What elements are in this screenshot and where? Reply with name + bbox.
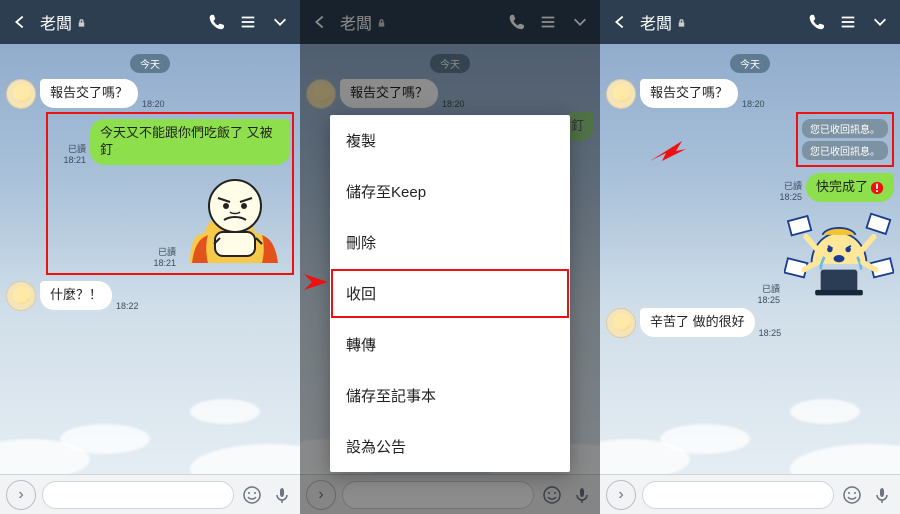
chat-title: 老闆 <box>40 10 87 34</box>
menu-keep[interactable]: 儲存至Keep <box>330 166 570 217</box>
lock-icon <box>676 17 687 28</box>
unsent-badge: 您已收回訊息。 <box>802 141 888 160</box>
date-badge: 今天 <box>130 54 170 73</box>
chat-header: 老闆 <box>600 0 900 44</box>
timestamp: 18:21 <box>153 258 176 268</box>
message-in[interactable]: 辛苦了 做的很好 18:25 <box>606 308 894 338</box>
avatar[interactable] <box>606 79 636 109</box>
highlight-box: 您已收回訊息。 您已收回訊息。 <box>796 112 894 167</box>
menu-forward[interactable]: 轉傳 <box>330 319 570 370</box>
moon-angry-sticker <box>180 168 290 268</box>
exclamation-icon <box>870 181 884 195</box>
screen-1: 老闆 今天 報告交了嗎？ 18:20 已讀 18:21 今天又不能跟你們吃飯了 … <box>0 0 300 514</box>
menu-copy[interactable]: 複製 <box>330 115 570 166</box>
chat-body: 今天 報告交了嗎？ 18:20 已讀 18:21 今天又不能跟你們吃飯了 又被釘… <box>0 44 300 474</box>
chat-header: 老闆 <box>0 0 300 44</box>
menu-note[interactable]: 儲存至記事本 <box>330 370 570 421</box>
chevron-down-icon[interactable] <box>268 10 292 34</box>
chat-title: 老闆 <box>640 10 687 34</box>
message-input[interactable] <box>642 481 834 509</box>
read-label: 已讀 <box>68 142 86 155</box>
message-input[interactable] <box>42 481 234 509</box>
bubble-text: 什麼？！ <box>40 281 112 310</box>
bubble-text: 快完成了 <box>806 173 894 202</box>
screen-3: 老闆 今天 報告交了嗎？ 18:20 您已收回訊息。 您已收回訊息。 已讀 18… <box>600 0 900 514</box>
screen-2: 老闆 今天 報告交了嗎？ 18:20 釘 › 複製 儲存至Keep 刪除 收回 … <box>300 0 600 514</box>
timestamp: 18:21 <box>63 155 86 165</box>
more-button[interactable]: › <box>606 480 636 510</box>
emoji-icon[interactable] <box>840 483 864 507</box>
annotation-arrow-icon <box>302 270 332 299</box>
timestamp: 18:22 <box>116 301 139 311</box>
message-in[interactable]: 報告交了嗎？ 18:20 <box>606 79 894 109</box>
lock-icon <box>76 17 87 28</box>
avatar[interactable] <box>606 308 636 338</box>
timestamp: 18:25 <box>779 192 802 202</box>
bubble-text: 報告交了嗎？ <box>640 79 738 108</box>
highlight-box: 已讀 18:21 今天又不能跟你們吃飯了 又被釘 已讀 18:21 <box>46 112 294 275</box>
menu-delete[interactable]: 刪除 <box>330 217 570 268</box>
message-out[interactable]: 已讀 18:21 今天又不能跟你們吃飯了 又被釘 <box>50 119 290 165</box>
sticker-out[interactable]: 已讀 18:25 <box>606 205 894 305</box>
mic-icon[interactable] <box>870 483 894 507</box>
more-button[interactable]: › <box>6 480 36 510</box>
busy-sticker <box>784 205 894 305</box>
bubble-text: 今天又不能跟你們吃飯了 又被釘 <box>90 119 290 165</box>
avatar[interactable] <box>6 79 36 109</box>
contact-name: 老闆 <box>640 10 672 34</box>
read-label: 已讀 <box>762 282 780 295</box>
message-in[interactable]: 什麼？！ 18:22 <box>6 281 294 311</box>
emoji-icon[interactable] <box>240 483 264 507</box>
chevron-down-icon[interactable] <box>868 10 892 34</box>
list-icon[interactable] <box>836 10 860 34</box>
chat-body: 今天 報告交了嗎？ 18:20 您已收回訊息。 您已收回訊息。 已讀 18:25… <box>600 44 900 474</box>
message-in[interactable]: 報告交了嗎？ 18:20 <box>6 79 294 109</box>
avatar[interactable] <box>6 281 36 311</box>
unsent-badge: 您已收回訊息。 <box>802 119 888 138</box>
timestamp: 18:20 <box>742 99 765 109</box>
back-icon[interactable] <box>608 10 632 34</box>
date-badge: 今天 <box>730 54 770 73</box>
bubble-text: 辛苦了 做的很好 <box>640 308 755 337</box>
back-icon[interactable] <box>8 10 32 34</box>
call-icon[interactable] <box>804 10 828 34</box>
contact-name: 老闆 <box>40 10 72 34</box>
message-out[interactable]: 已讀 18:25 快完成了 <box>606 173 894 202</box>
read-label: 已讀 <box>784 179 802 192</box>
sticker-out[interactable]: 已讀 18:21 <box>50 168 290 268</box>
bubble-text: 報告交了嗎？ <box>40 79 138 108</box>
call-icon[interactable] <box>204 10 228 34</box>
list-icon[interactable] <box>236 10 260 34</box>
read-label: 已讀 <box>158 245 176 258</box>
timestamp: 18:20 <box>142 99 165 109</box>
mic-icon[interactable] <box>270 483 294 507</box>
annotation-arrow-icon <box>648 135 688 170</box>
menu-unsend[interactable]: 收回 <box>330 268 570 319</box>
chat-footer: › <box>0 474 300 514</box>
timestamp: 18:25 <box>759 328 782 338</box>
timestamp: 18:25 <box>757 295 780 305</box>
menu-announce[interactable]: 設為公告 <box>330 421 570 472</box>
context-menu: 複製 儲存至Keep 刪除 收回 轉傳 儲存至記事本 設為公告 <box>330 115 570 472</box>
chat-footer: › <box>600 474 900 514</box>
